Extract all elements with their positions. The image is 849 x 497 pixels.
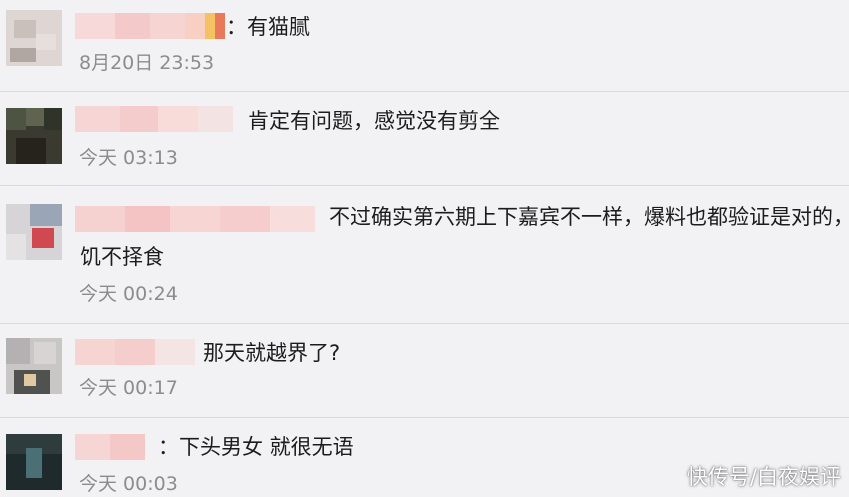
blurred-username[interactable]: [75, 106, 233, 132]
watermark: 快传号/白夜娱评: [686, 465, 841, 489]
avatar[interactable]: [6, 204, 62, 260]
avatar[interactable]: [6, 338, 62, 394]
avatar[interactable]: [6, 434, 62, 490]
comment-timestamp: 今天 00:24: [79, 283, 178, 305]
avatar[interactable]: [6, 108, 62, 164]
comment-text-continued: 饥不择食: [80, 245, 164, 269]
blurred-username[interactable]: [75, 434, 145, 460]
comment-timestamp: 今天 00:03: [79, 473, 178, 495]
comment-text: 那天就越界了?: [203, 341, 341, 365]
comment-timestamp: 今天 00:17: [79, 377, 178, 399]
comment-text: 肯定有问题，感觉没有剪全: [248, 109, 500, 133]
blurred-username[interactable]: [75, 206, 315, 232]
comment-item: ：有猫腻 8月20日 23:53: [0, 0, 849, 92]
comment-timestamp: 8月20日 23:53: [79, 52, 215, 74]
avatar[interactable]: [6, 10, 62, 66]
comment-item: 不过确实第六期上下嘉宾不一样，爆料也都验证是对的， 饥不择食 今天 00:24: [0, 186, 849, 324]
comment-item: 那天就越界了? 今天 00:17: [0, 324, 849, 418]
blurred-username[interactable]: [75, 13, 225, 39]
comment-timestamp: 今天 03:13: [79, 147, 178, 169]
comment-text: ：下头男女 就很无语: [158, 435, 354, 459]
comment-text: 不过确实第六期上下嘉宾不一样，爆料也都验证是对的，: [329, 205, 849, 229]
blurred-username[interactable]: [75, 339, 195, 365]
comment-text: ：有猫腻: [226, 15, 310, 39]
comment-item: 肯定有问题，感觉没有剪全 今天 03:13: [0, 92, 849, 186]
